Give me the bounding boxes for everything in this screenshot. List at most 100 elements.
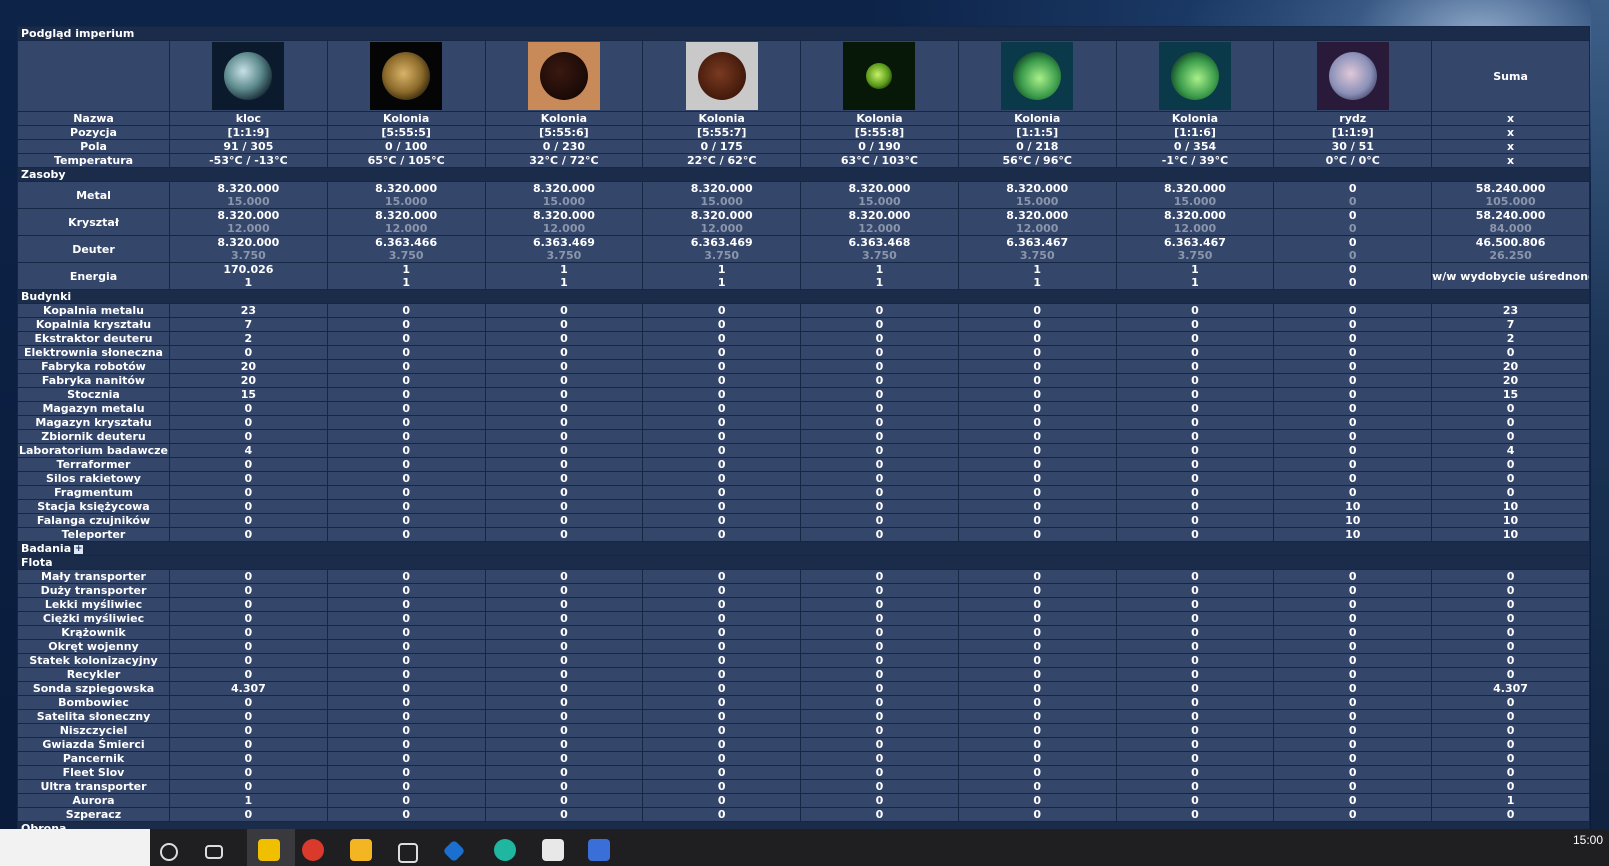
building-value: 0 [800, 331, 959, 346]
building-value: 0 [800, 373, 959, 388]
ship-value: 0 [169, 667, 328, 682]
ship-value: 0 [642, 639, 802, 654]
resource-amount: 8.320.000 [532, 209, 595, 223]
building-sum: 0 [1431, 345, 1590, 360]
planet-name-cell: Kolonia [800, 111, 959, 126]
row-label-pos: Pozycja [17, 125, 170, 140]
resource-cell: 8.320.000 12.000 [642, 208, 802, 236]
building-value: 0 [326, 415, 486, 430]
building-value: 0 [1115, 457, 1275, 472]
section-header-research[interactable]: Badania + [17, 541, 1590, 556]
planet-green-cyan-image[interactable] [1158, 42, 1231, 110]
search-icon[interactable] [160, 843, 178, 861]
ship-value: 0 [800, 737, 959, 752]
ship-value: 0 [957, 653, 1117, 668]
planet-image-cell[interactable] [484, 40, 644, 112]
planet-image-cell[interactable] [326, 40, 486, 112]
ship-sum: 0 [1431, 583, 1590, 598]
task-view-icon[interactable] [205, 845, 223, 859]
ship-value: 0 [484, 737, 644, 752]
ship-value: 0 [169, 807, 328, 822]
resource-cell: 8.320.000 12.000 [169, 208, 328, 236]
resource-amount: 0 [1348, 209, 1357, 223]
planet-sphere [539, 52, 588, 100]
building-value: 0 [326, 373, 486, 388]
ship-sum: 0 [1431, 569, 1590, 584]
resource-production: 15.000 [858, 195, 901, 208]
planet-green-cyan-image[interactable] [1001, 42, 1074, 110]
section-header-resources: Zasoby [17, 167, 1590, 182]
building-value: 0 [484, 415, 644, 430]
ship-value: 0 [1115, 611, 1275, 626]
taskbar-search-box[interactable] [0, 829, 150, 866]
resource-cell: 6.363.467 3.750 [1115, 235, 1275, 263]
ship-value: 0 [1273, 807, 1433, 822]
planet-name-cell: rydz [1273, 111, 1433, 126]
ship-value: 0 [1115, 681, 1275, 696]
resource-amount: 8.320.000 [375, 209, 438, 223]
expand-plus-icon[interactable]: + [74, 544, 84, 554]
building-value: 23 [169, 303, 328, 318]
planet-gold-image[interactable] [370, 42, 443, 110]
app-icon-doc[interactable] [588, 839, 610, 861]
ship-sum: 1 [1431, 793, 1590, 808]
planet-green-small-image[interactable] [843, 42, 916, 110]
resource-cell: 6.363.467 3.750 [957, 235, 1117, 263]
planet-image-cell[interactable] [642, 40, 802, 112]
energy-cell: 170.026 1 [169, 262, 328, 290]
resource-cell: 6.363.469 3.750 [642, 235, 802, 263]
building-value: 0 [484, 387, 644, 402]
sum-x: x [1431, 125, 1590, 140]
store-icon[interactable] [398, 843, 418, 863]
edge-icon[interactable] [494, 839, 516, 861]
planet-image-cell[interactable] [169, 40, 328, 112]
ship-value: 0 [800, 723, 959, 738]
ship-value: 0 [326, 667, 486, 682]
folder-icon[interactable] [350, 839, 372, 861]
planet-image-cell[interactable] [1273, 40, 1433, 112]
building-value: 0 [326, 401, 486, 416]
planet-brown-glow-image[interactable] [685, 42, 758, 110]
resource-amount: 8.320.000 [375, 182, 438, 196]
app-icon-yellow[interactable] [258, 839, 280, 861]
building-value: 0 [1115, 387, 1275, 402]
planet-dark-blue-image[interactable] [212, 42, 285, 110]
ship-value: 0 [642, 597, 802, 612]
chrome-icon[interactable] [302, 839, 324, 861]
building-label: Fragmentum [17, 485, 170, 500]
ship-value: 0 [957, 807, 1117, 822]
ship-label: Niszczyciel [17, 723, 170, 738]
ship-value: 0 [957, 765, 1117, 780]
resource-amount: 8.320.000 [1164, 182, 1226, 196]
building-value: 10 [1273, 499, 1433, 514]
ship-value: 0 [1115, 583, 1275, 598]
ship-label: Szperacz [17, 807, 170, 822]
building-value: 0 [169, 499, 328, 514]
building-value: 0 [1115, 513, 1275, 528]
planet-pos-cell: [1:1:9] [1273, 125, 1433, 140]
app-icon-blue[interactable] [442, 839, 466, 863]
planet-image-cell[interactable] [957, 40, 1117, 112]
planet-sphere [224, 52, 273, 100]
planet-sphere [382, 52, 431, 100]
planet-image-cell[interactable] [1115, 40, 1275, 112]
building-label: Zbiornik deuteru [17, 429, 170, 444]
resource-production: 0 [1348, 249, 1357, 262]
ship-value: 0 [1115, 807, 1275, 822]
planet-red-eclipse-image[interactable] [527, 42, 600, 110]
planet-pink-ice-image[interactable] [1316, 42, 1389, 110]
ship-value: 0 [1273, 709, 1433, 724]
planet-image-cell[interactable] [800, 40, 959, 112]
resource-production: 12.000 [700, 222, 743, 235]
ship-value: 0 [169, 639, 328, 654]
building-value: 0 [800, 429, 959, 444]
notepad-icon[interactable] [542, 839, 564, 861]
building-value: 0 [957, 499, 1117, 514]
ship-value: 0 [484, 583, 644, 598]
building-value: 0 [484, 457, 644, 472]
ship-value: 0 [326, 583, 486, 598]
ship-value: 0 [1273, 625, 1433, 640]
building-value: 0 [1115, 373, 1275, 388]
ship-value: 0 [957, 751, 1117, 766]
ship-value: 1 [169, 793, 328, 808]
